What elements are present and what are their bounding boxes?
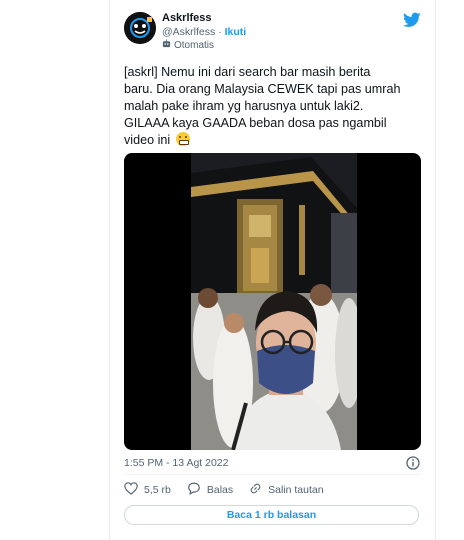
reply-label: Balas bbox=[206, 484, 234, 496]
like-count: 5,5 rb bbox=[144, 484, 171, 496]
reply-button[interactable]: Balas bbox=[187, 482, 233, 498]
account-name[interactable]: Askrlfess bbox=[162, 12, 212, 24]
tweet-video[interactable] bbox=[124, 153, 421, 450]
read-replies-button[interactable]: Baca 1 rb balasan bbox=[124, 505, 419, 525]
handle-row: @Askrlfess · Ikuti bbox=[162, 26, 246, 38]
tweet-timestamp[interactable]: 1:55 PM - 13 Agt 2022 bbox=[124, 457, 229, 469]
video-scene bbox=[191, 153, 357, 450]
tweet-actions: 5,5 rb Balas Salin tautan bbox=[124, 482, 340, 498]
grimacing-emoji-icon bbox=[175, 132, 190, 146]
reply-icon bbox=[187, 482, 201, 498]
video-frame bbox=[191, 153, 357, 450]
copy-link-label: Salin tautan bbox=[268, 484, 324, 496]
divider bbox=[124, 474, 421, 475]
twitter-bird-icon[interactable] bbox=[403, 12, 421, 28]
like-button[interactable]: 5,5 rb bbox=[124, 482, 171, 498]
automated-label-row: Otomatis bbox=[162, 39, 214, 51]
avatar[interactable] bbox=[124, 12, 156, 44]
heart-icon bbox=[124, 482, 138, 498]
separator-dot: · bbox=[215, 26, 225, 38]
follow-link[interactable]: Ikuti bbox=[225, 26, 247, 38]
account-handle[interactable]: @Askrlfess bbox=[162, 26, 215, 38]
automated-label: Otomatis bbox=[174, 39, 215, 51]
copy-link-button[interactable]: Salin tautan bbox=[249, 482, 324, 498]
tweet-body: [askrl] Nemu ini dari search bar masih b… bbox=[124, 65, 401, 147]
info-icon[interactable] bbox=[406, 456, 420, 470]
robot-icon bbox=[162, 39, 171, 51]
tweet-text: [askrl] Nemu ini dari search bar masih b… bbox=[124, 64, 420, 149]
link-icon bbox=[249, 482, 262, 498]
tweet-card: Askrlfess @Askrlfess · Ikuti Otomatis [a… bbox=[109, 0, 436, 540]
